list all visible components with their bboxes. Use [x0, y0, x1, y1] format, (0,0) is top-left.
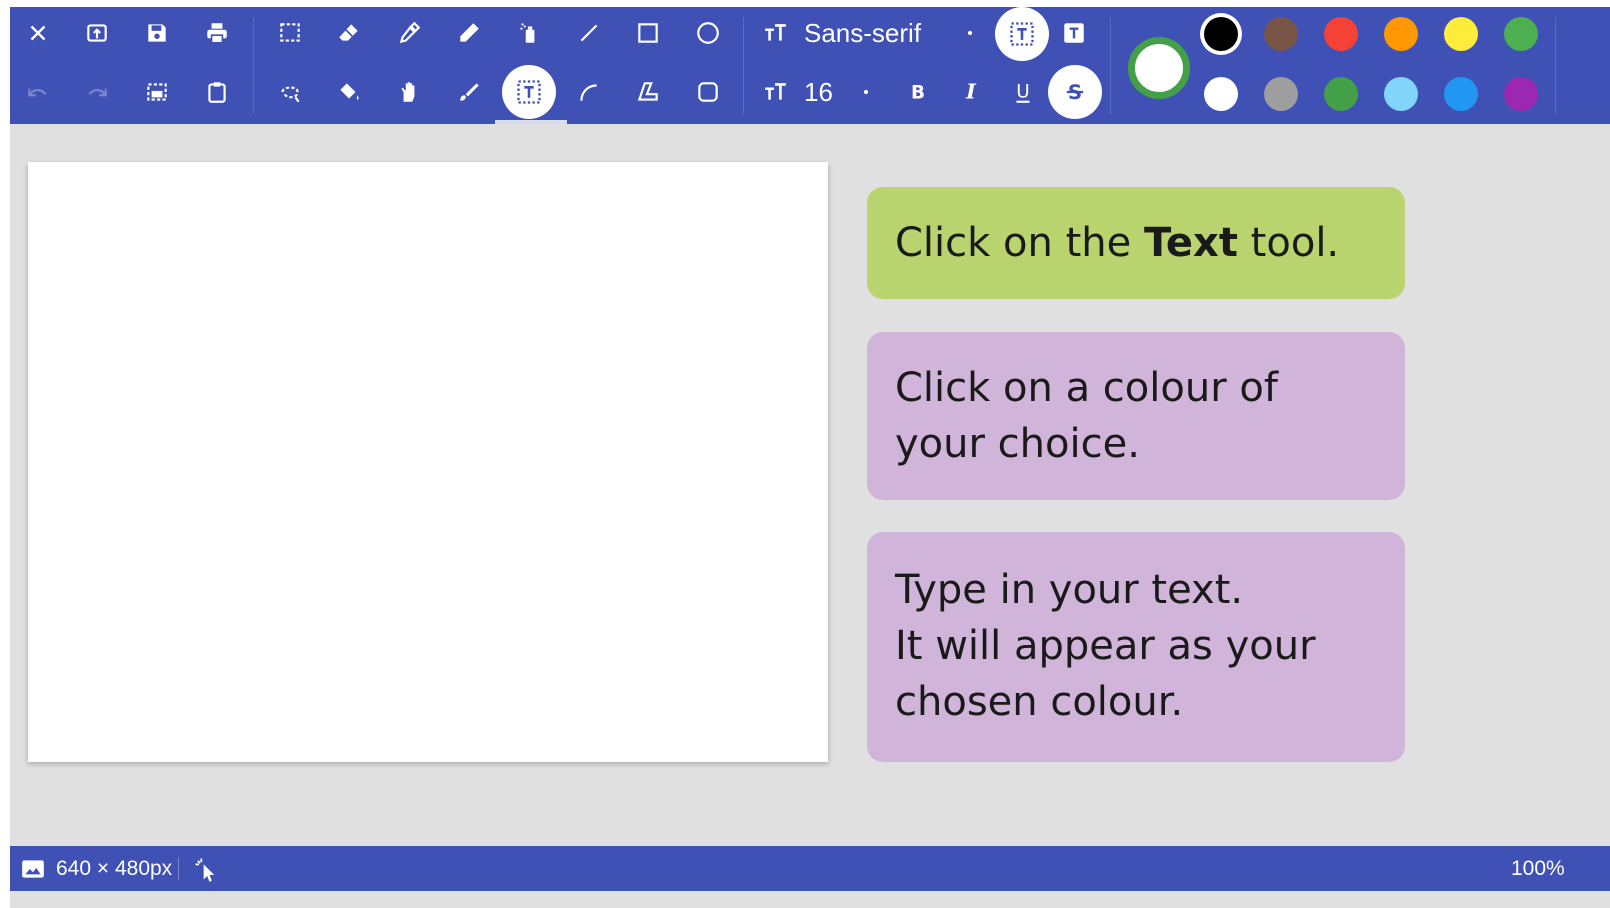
colour-swatch-dark-green[interactable]	[1324, 77, 1358, 111]
save-icon[interactable]	[139, 15, 175, 51]
instruction-bold-text: Text	[1143, 220, 1238, 266]
line-icon[interactable]	[571, 15, 607, 51]
italic-button[interactable]: I	[953, 74, 989, 110]
polygon-icon[interactable]	[630, 74, 666, 110]
spray-icon[interactable]	[511, 15, 547, 51]
strikethrough-button[interactable]: S	[1048, 65, 1102, 119]
cursor-position-icon	[192, 855, 220, 883]
svg-text:I: I	[965, 80, 977, 104]
colour-swatch-yellow[interactable]	[1444, 17, 1478, 51]
status-separator	[178, 858, 179, 880]
toolbar-separator	[1555, 17, 1556, 114]
zoom-level[interactable]: 100%	[1511, 857, 1565, 881]
rectangle-icon[interactable]	[630, 15, 666, 51]
instruction-text: Click on a colour of your choice.	[895, 365, 1278, 467]
ellipse-icon[interactable]	[690, 15, 726, 51]
active-tool-indicator	[495, 120, 567, 124]
font-family-icon	[760, 15, 790, 51]
rect-select-icon[interactable]	[272, 15, 308, 51]
colour-swatch-brown[interactable]	[1264, 17, 1298, 51]
lasso-select-icon[interactable]	[272, 74, 308, 110]
current-colour-indicator[interactable]	[1128, 37, 1190, 99]
eraser-icon[interactable]	[331, 15, 367, 51]
toolbar-separator	[253, 17, 254, 114]
colour-swatch-blue[interactable]	[1444, 77, 1478, 111]
underline-button[interactable]: U	[1005, 74, 1041, 110]
close-icon[interactable]	[20, 15, 56, 51]
instruction-text: Type in your text.	[895, 567, 1244, 613]
toolbar: Sans-serif 16 B I U S	[10, 7, 1610, 124]
open-icon[interactable]	[79, 15, 115, 51]
hand-icon[interactable]	[391, 74, 427, 110]
brush-icon[interactable]	[451, 74, 487, 110]
drawing-canvas[interactable]	[28, 162, 828, 762]
pencil-icon[interactable]	[451, 15, 487, 51]
status-bar: 640 × 480px 100%	[10, 846, 1610, 891]
image-icon	[20, 856, 46, 882]
font-size-dropdown-icon[interactable]	[856, 74, 876, 110]
colour-swatch-purple[interactable]	[1504, 77, 1538, 111]
redo-icon[interactable]	[79, 74, 115, 110]
print-icon[interactable]	[199, 15, 235, 51]
text-box-outline-icon[interactable]	[995, 7, 1049, 61]
toolbar-separator	[743, 17, 744, 114]
rounded-rect-icon[interactable]	[690, 74, 726, 110]
instruction-step-1: Click on the Text tool.	[867, 187, 1405, 299]
undo-icon[interactable]	[20, 74, 56, 110]
colour-swatch-black[interactable]	[1204, 17, 1238, 51]
colour-swatch-green[interactable]	[1504, 17, 1538, 51]
paint-app: Sans-serif 16 B I U S Click on the Text …	[10, 7, 1610, 908]
svg-text:U: U	[1016, 81, 1029, 102]
image-select-icon[interactable]	[139, 74, 175, 110]
font-family-select[interactable]: Sans-serif	[804, 18, 921, 48]
instruction-step-3: Type in your text. It will appear as you…	[867, 532, 1405, 762]
instruction-text: tool.	[1237, 220, 1340, 266]
fill-icon[interactable]	[331, 74, 367, 110]
text-icon[interactable]	[502, 65, 556, 119]
color-picker-icon[interactable]	[391, 15, 427, 51]
font-size-select[interactable]: 16	[804, 77, 833, 107]
toolbar-separator	[1110, 17, 1111, 114]
colour-swatch-orange[interactable]	[1384, 17, 1418, 51]
bold-button[interactable]: B	[900, 74, 936, 110]
colour-swatch-grey[interactable]	[1264, 77, 1298, 111]
curve-icon[interactable]	[571, 74, 607, 110]
text-box-fill-icon[interactable]	[1056, 15, 1092, 51]
instruction-text: Click on the	[895, 220, 1144, 266]
instruction-step-2: Click on a colour of your choice.	[867, 332, 1405, 500]
clipboard-icon[interactable]	[199, 74, 235, 110]
colour-swatch-red[interactable]	[1324, 17, 1358, 51]
instruction-text: It will appear as your chosen colour.	[895, 623, 1316, 725]
canvas-size-label: 640 × 480px	[56, 857, 173, 880]
font-size-icon	[760, 74, 790, 110]
font-family-dropdown-icon[interactable]	[960, 15, 980, 51]
colour-swatch-light-blue[interactable]	[1384, 77, 1418, 111]
svg-text:B: B	[911, 83, 925, 104]
colour-swatch-white[interactable]	[1204, 77, 1238, 111]
